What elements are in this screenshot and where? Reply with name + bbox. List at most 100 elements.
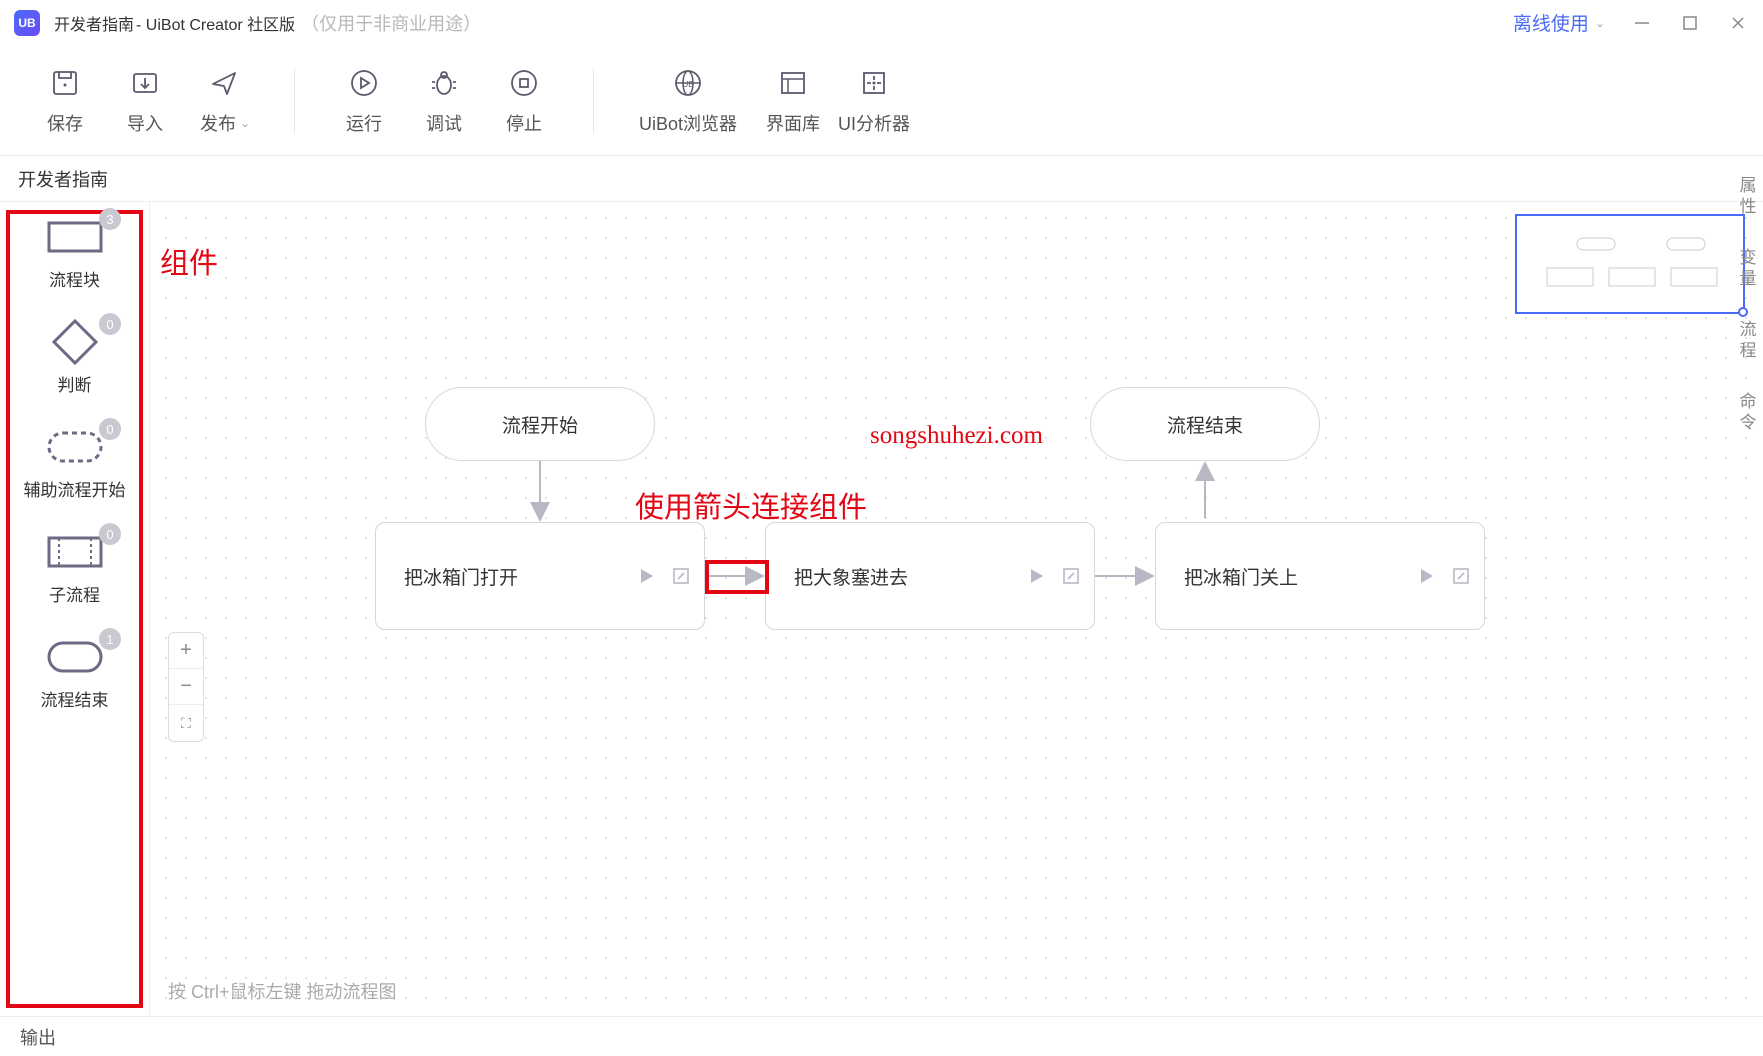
node-step3[interactable]: 把冰箱门关上 (1155, 522, 1485, 630)
zoom-out-button[interactable]: − (169, 669, 203, 705)
toolbar-separator (294, 69, 295, 133)
play-icon[interactable] (638, 567, 656, 585)
badge-count: 0 (99, 418, 121, 440)
badge-count: 0 (99, 523, 121, 545)
main-toolbar: 保存 导入 发布 ⌄ 运行 调试 停止 UB UiBot浏览器 界面库 UI分析器 (0, 46, 1763, 156)
node-label: 流程开始 (502, 411, 578, 438)
minimize-button[interactable] (1631, 12, 1653, 34)
stop-button[interactable]: 停止 (489, 66, 559, 136)
annotation-highlight-arrow (705, 560, 769, 594)
minimap[interactable] (1515, 214, 1745, 314)
save-label: 保存 (47, 110, 83, 136)
canvas-hint: 按 Ctrl+鼠标左键 拖动流程图 (168, 978, 397, 1004)
node-start[interactable]: 流程开始 (425, 387, 655, 461)
badge-count: 0 (99, 313, 121, 335)
rectangle-icon (44, 216, 106, 258)
analyzer-label: UI分析器 (838, 110, 910, 136)
maximize-button[interactable] (1679, 12, 1701, 34)
stop-icon (507, 66, 541, 100)
stadium-dashed-icon (44, 426, 106, 468)
play-icon[interactable] (1418, 567, 1436, 585)
tab-strip: 开发者指南 (0, 156, 1763, 202)
close-button[interactable] (1727, 12, 1749, 34)
stop-label: 停止 (506, 110, 542, 136)
component-end[interactable]: 1 流程结束 (10, 636, 139, 711)
toolbar-separator (593, 69, 594, 133)
tab-devguide[interactable]: 开发者指南 (18, 166, 108, 192)
component-label: 流程结束 (41, 686, 109, 711)
subflow-icon (44, 531, 106, 573)
annotation-components: 组件 (160, 240, 218, 282)
node-end[interactable]: 流程结束 (1090, 387, 1320, 461)
target-icon (857, 66, 891, 100)
debug-button[interactable]: 调试 (409, 66, 479, 136)
right-rail: 属性 变量 流程 命令 (1729, 156, 1763, 434)
node-label: 把冰箱门关上 (1184, 563, 1298, 590)
publish-button[interactable]: 发布 ⌄ (190, 66, 260, 136)
svg-text:UB: UB (682, 80, 693, 89)
uilib-label: 界面库 (766, 110, 820, 136)
node-label: 流程结束 (1167, 411, 1243, 438)
analyzer-button[interactable]: UI分析器 (838, 66, 910, 136)
stadium-icon (44, 636, 106, 678)
component-subflow[interactable]: 0 子流程 (10, 531, 139, 606)
bug-icon (427, 66, 461, 100)
edit-icon[interactable] (1452, 567, 1470, 585)
component-decision[interactable]: 0 判断 (10, 321, 139, 396)
save-icon (48, 66, 82, 100)
flow-canvas[interactable]: 流程开始 流程结束 把冰箱门打开 把大象塞进去 把冰箱门关上 (150, 202, 1763, 1016)
play-icon[interactable] (1028, 567, 1046, 585)
component-label: 判断 (58, 371, 92, 396)
import-label: 导入 (127, 110, 163, 136)
zoom-controls: + − ⛶ (168, 632, 204, 742)
node-step1[interactable]: 把冰箱门打开 (375, 522, 705, 630)
title-bar: UB 开发者指南 - UiBot Creator 社区版 （仅用于非商业用途） … (0, 0, 1763, 46)
debug-label: 调试 (426, 110, 462, 136)
run-button[interactable]: 运行 (329, 66, 399, 136)
bottom-bar: 输出 (0, 1016, 1763, 1056)
node-label: 把冰箱门打开 (404, 563, 518, 590)
app-logo: UB (14, 10, 40, 36)
watermark: songshuhezi.com (870, 422, 1043, 450)
badge-count: 3 (99, 208, 121, 230)
chevron-down-icon: ⌄ (1595, 16, 1605, 30)
node-step2[interactable]: 把大象塞进去 (765, 522, 1095, 630)
component-panel: 3 流程块 0 判断 0 辅助流程开始 0 子流程 1 流程结束 (0, 202, 150, 1016)
zoom-fit-button[interactable]: ⛶ (169, 705, 203, 741)
save-button[interactable]: 保存 (30, 66, 100, 136)
component-label: 流程块 (49, 266, 100, 291)
zoom-in-button[interactable]: + (169, 633, 203, 669)
rail-variables[interactable]: 变量 (1734, 248, 1759, 290)
minimap-content (1517, 216, 1747, 316)
rail-properties[interactable]: 属性 (1734, 176, 1759, 218)
annotation-arrows: 使用箭头连接组件 (635, 484, 867, 526)
browser-label: UiBot浏览器 (639, 110, 737, 136)
node-label: 把大象塞进去 (794, 563, 908, 590)
component-block[interactable]: 3 流程块 (10, 216, 139, 291)
app-title: - UiBot Creator 社区版 (136, 11, 295, 35)
publish-icon (208, 66, 242, 100)
browser-button[interactable]: UB UiBot浏览器 (628, 66, 748, 136)
rail-commands[interactable]: 命令 (1734, 392, 1759, 434)
window-icon (776, 66, 810, 100)
import-icon (128, 66, 162, 100)
component-label: 辅助流程开始 (24, 476, 126, 501)
edit-icon[interactable] (672, 567, 690, 585)
title-note: （仅用于非商业用途） (301, 10, 481, 36)
uilib-button[interactable]: 界面库 (758, 66, 828, 136)
component-auxstart[interactable]: 0 辅助流程开始 (10, 426, 139, 501)
offline-label: 离线使用 (1513, 9, 1589, 36)
run-icon (347, 66, 381, 100)
publish-label: 发布 (200, 110, 236, 136)
run-label: 运行 (346, 110, 382, 136)
offline-button[interactable]: 离线使用 ⌄ (1513, 9, 1605, 36)
badge-count: 1 (99, 628, 121, 650)
globe-icon: UB (671, 66, 705, 100)
edit-icon[interactable] (1062, 567, 1080, 585)
chevron-down-icon: ⌄ (240, 116, 250, 130)
component-label: 子流程 (49, 581, 100, 606)
rail-flow[interactable]: 流程 (1734, 320, 1759, 362)
diamond-icon (44, 321, 106, 363)
output-tab[interactable]: 输出 (20, 1024, 56, 1050)
import-button[interactable]: 导入 (110, 66, 180, 136)
